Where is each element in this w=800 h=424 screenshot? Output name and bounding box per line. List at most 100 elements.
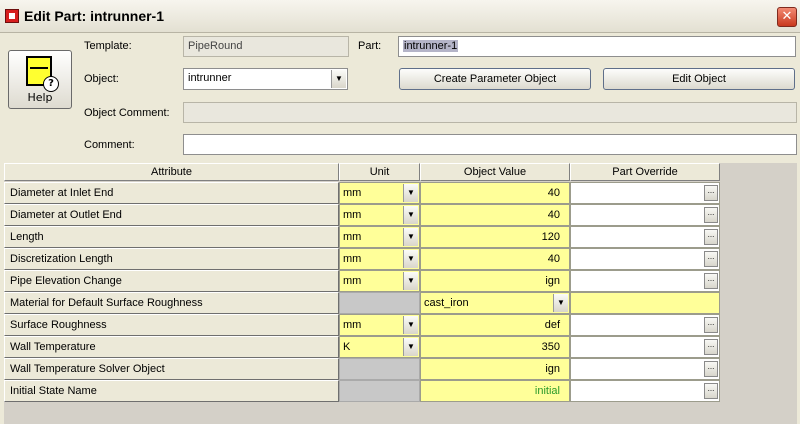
- chevron-down-icon[interactable]: ▼: [331, 70, 346, 88]
- unit-cell: [339, 358, 420, 380]
- material-value: cast_iron: [424, 297, 469, 309]
- unit-value: mm: [343, 231, 362, 243]
- part-override-cell[interactable]: ...: [570, 358, 720, 380]
- unit-value: K: [343, 341, 351, 353]
- part-field[interactable]: intrunner-1: [398, 36, 796, 57]
- table-row: Diameter at Inlet End mm ▼ 40 ...: [4, 182, 720, 204]
- table-row: Wall Temperature Solver Object ign ...: [4, 358, 720, 380]
- unit-cell: [339, 292, 420, 314]
- help-button[interactable]: Help: [8, 50, 72, 109]
- attribute-cell: Diameter at Outlet End: [4, 204, 339, 226]
- ellipsis-button[interactable]: ...: [704, 273, 718, 289]
- create-parameter-object-button[interactable]: Create Parameter Object: [399, 68, 591, 90]
- part-override-cell[interactable]: ...: [570, 248, 720, 270]
- chevron-down-icon[interactable]: ▼: [403, 184, 418, 202]
- chevron-down-icon[interactable]: ▼: [403, 228, 418, 246]
- object-comment-field: [183, 102, 797, 123]
- part-override-cell[interactable]: ...: [570, 314, 720, 336]
- header-part-override[interactable]: Part Override: [570, 163, 720, 181]
- part-value: intrunner-1: [403, 40, 459, 52]
- header-unit[interactable]: Unit: [339, 163, 420, 181]
- template-field: PipeRound: [183, 36, 349, 57]
- object-value-cell[interactable]: 350: [420, 336, 570, 358]
- object-value-cell[interactable]: 40: [420, 248, 570, 270]
- chevron-down-icon[interactable]: ▼: [403, 206, 418, 224]
- window-title: Edit Part: intrunner-1: [24, 8, 165, 24]
- part-label: Part:: [358, 40, 382, 52]
- template-label: Template:: [84, 40, 132, 52]
- attribute-cell: Diameter at Inlet End: [4, 182, 339, 204]
- app-icon: [5, 9, 19, 23]
- object-value-cell[interactable]: 40: [420, 182, 570, 204]
- ellipsis-button[interactable]: ...: [704, 339, 718, 355]
- ellipsis-button[interactable]: ...: [704, 361, 718, 377]
- table-row: Length mm ▼ 120 ...: [4, 226, 720, 248]
- unit-select[interactable]: mm ▼: [339, 270, 420, 292]
- part-override-cell[interactable]: ...: [570, 380, 720, 402]
- unit-value: mm: [343, 253, 362, 265]
- unit-select[interactable]: mm ▼: [339, 204, 420, 226]
- part-override-cell[interactable]: ...: [570, 204, 720, 226]
- part-override-cell[interactable]: ...: [570, 336, 720, 358]
- attribute-cell: Discretization Length: [4, 248, 339, 270]
- table-row: Surface Roughness mm ▼ def ...: [4, 314, 720, 336]
- object-value-cell[interactable]: ign: [420, 270, 570, 292]
- part-override-cell[interactable]: ...: [570, 226, 720, 248]
- unit-select[interactable]: mm ▼: [339, 248, 420, 270]
- unit-select[interactable]: mm ▼: [339, 182, 420, 204]
- unit-select[interactable]: mm ▼: [339, 226, 420, 248]
- attribute-cell: Surface Roughness: [4, 314, 339, 336]
- chevron-down-icon[interactable]: ▼: [403, 338, 418, 356]
- object-value-cell[interactable]: ign: [420, 358, 570, 380]
- comment-label: Comment:: [84, 139, 135, 151]
- help-icon: [26, 56, 59, 92]
- part-override-cell[interactable]: ...: [570, 270, 720, 292]
- object-label: Object:: [84, 73, 119, 85]
- object-value-cell[interactable]: def: [420, 314, 570, 336]
- unit-value: mm: [343, 319, 362, 331]
- attribute-cell: Pipe Elevation Change: [4, 270, 339, 292]
- unit-value: mm: [343, 187, 362, 199]
- part-override-cell[interactable]: ...: [570, 182, 720, 204]
- help-label: Help: [27, 91, 53, 104]
- object-value-cell[interactable]: initial: [420, 380, 570, 402]
- part-override-cell[interactable]: [570, 292, 720, 314]
- chevron-down-icon[interactable]: ▼: [403, 316, 418, 334]
- attribute-cell: Initial State Name: [4, 380, 339, 402]
- object-select[interactable]: intrunner ▼: [183, 68, 348, 90]
- table-row: Wall Temperature K ▼ 350 ...: [4, 336, 720, 358]
- object-comment-label: Object Comment:: [84, 107, 170, 119]
- table-row: Discretization Length mm ▼ 40 ...: [4, 248, 720, 270]
- attribute-grid: Attribute Unit Object Value Part Overrid…: [4, 163, 797, 424]
- chevron-down-icon[interactable]: ▼: [553, 294, 568, 312]
- edit-object-button[interactable]: Edit Object: [603, 68, 795, 90]
- attribute-cell: Wall Temperature Solver Object: [4, 358, 339, 380]
- table-row: Initial State Name initial ...: [4, 380, 720, 402]
- unit-value: mm: [343, 209, 362, 221]
- close-button[interactable]: ✕: [777, 7, 797, 27]
- title-bar: Edit Part: intrunner-1 ✕: [0, 0, 800, 33]
- object-value-cell[interactable]: 40: [420, 204, 570, 226]
- ellipsis-button[interactable]: ...: [704, 207, 718, 223]
- ellipsis-button[interactable]: ...: [704, 383, 718, 399]
- ellipsis-button[interactable]: ...: [704, 229, 718, 245]
- unit-cell: [339, 380, 420, 402]
- attribute-cell: Material for Default Surface Roughness: [4, 292, 339, 314]
- unit-select[interactable]: mm ▼: [339, 314, 420, 336]
- ellipsis-button[interactable]: ...: [704, 317, 718, 333]
- header-attribute[interactable]: Attribute: [4, 163, 339, 181]
- object-value: intrunner: [188, 72, 232, 84]
- chevron-down-icon[interactable]: ▼: [403, 250, 418, 268]
- comment-field[interactable]: [183, 134, 797, 155]
- unit-value: mm: [343, 275, 362, 287]
- ellipsis-button[interactable]: ...: [704, 251, 718, 267]
- table-row: Material for Default Surface Roughness c…: [4, 292, 720, 314]
- table-row: Pipe Elevation Change mm ▼ ign ...: [4, 270, 720, 292]
- table-row: Diameter at Outlet End mm ▼ 40 ...: [4, 204, 720, 226]
- chevron-down-icon[interactable]: ▼: [403, 272, 418, 290]
- header-object-value[interactable]: Object Value: [420, 163, 570, 181]
- ellipsis-button[interactable]: ...: [704, 185, 718, 201]
- object-value-cell[interactable]: 120: [420, 226, 570, 248]
- material-select[interactable]: cast_iron ▼: [420, 292, 570, 314]
- unit-select[interactable]: K ▼: [339, 336, 420, 358]
